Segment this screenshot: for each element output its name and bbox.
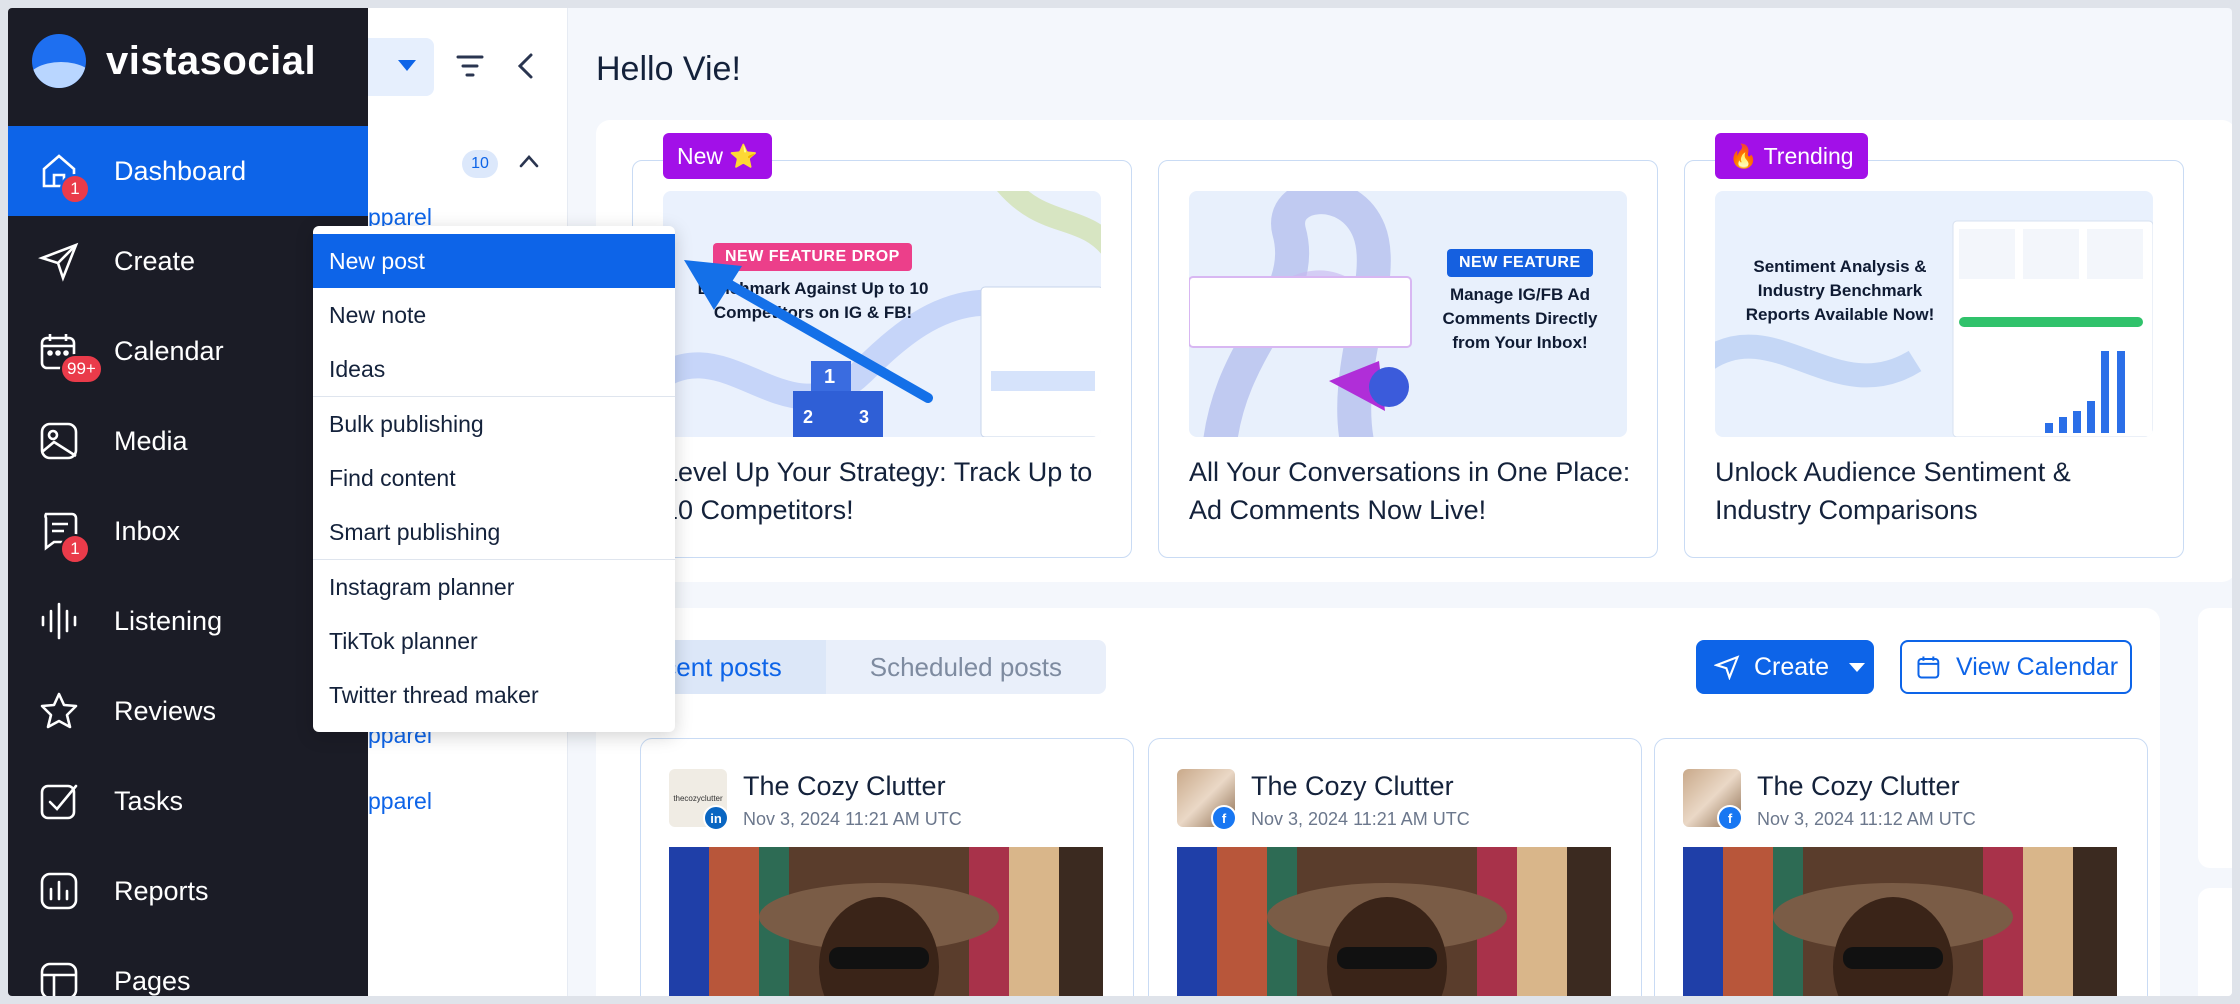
sidebar-item-label: Media: [114, 425, 188, 456]
image-badge: NEW FEATURE: [1447, 249, 1593, 277]
post-author: The Cozy Clutter: [1757, 771, 1960, 801]
sidebar-item-label: Create: [114, 245, 196, 276]
sidebar-item-label: Reviews: [114, 695, 217, 726]
profile-item[interactable]: pparel: [368, 788, 432, 815]
post-date: Nov 3, 2024 11:21 AM UTC: [743, 809, 962, 829]
promo-tag: 🔥 Trending: [1715, 133, 1868, 179]
view-calendar-label: View Calendar: [1956, 652, 2119, 681]
brand-name: vistasocial: [106, 38, 317, 83]
send-icon: [1714, 655, 1740, 680]
side-widget: [2198, 608, 2232, 868]
sidebar-item-tasks[interactable]: Tasks: [8, 756, 368, 846]
menu-item-tiktok-planner[interactable]: TikTok planner: [313, 614, 675, 668]
menu-item-bulk-publishing[interactable]: Bulk publishing: [313, 397, 675, 451]
menu-item-instagram-planner[interactable]: Instagram planner: [313, 560, 675, 614]
promo-card[interactable]: NEW FEATURE Manage IG/FB Ad Comments Dir…: [1158, 160, 1658, 558]
promo-tag: New ⭐: [663, 133, 773, 179]
promo-image: Sentiment Analysis & Industry Benchmark …: [1715, 191, 2153, 437]
sidebar-item-label: Inbox: [114, 515, 181, 546]
create-button[interactable]: Create: [1696, 640, 1874, 694]
sidebar-item-label: Calendar: [114, 335, 224, 366]
menu-item-new-note[interactable]: New note: [313, 288, 675, 342]
post-date: Nov 3, 2024 11:21 AM UTC: [1251, 809, 1470, 829]
sidebar-item-label: Pages: [114, 965, 191, 996]
inbox-badge: 1: [60, 534, 90, 564]
logo-mark: [32, 34, 86, 88]
sidebar-item-pages[interactable]: Pages: [8, 936, 368, 996]
sidebar-item-label: Reports: [114, 875, 209, 906]
filter-icon[interactable]: [456, 54, 484, 78]
post-author: The Cozy Clutter: [1251, 771, 1454, 801]
profile-count-badge: 10: [462, 150, 498, 178]
sidebar-item-dashboard[interactable]: 1 Dashboard: [8, 126, 368, 216]
chevron-left-icon[interactable]: [516, 52, 536, 80]
svg-text:3: 3: [859, 407, 869, 427]
promo-title: All Your Conversations in One Place: Ad …: [1189, 457, 1631, 525]
dashboard-badge: 1: [60, 174, 90, 204]
sidebar-item-reports[interactable]: Reports: [8, 846, 368, 936]
bar-chart-icon: [38, 870, 80, 912]
promo-title: Level Up Your Strategy: Track Up to 10 C…: [663, 457, 1093, 525]
layout-icon: [38, 960, 80, 996]
menu-item-smart-publishing[interactable]: Smart publishing: [313, 505, 675, 559]
posts-panel: Recent posts Scheduled posts Create View…: [596, 608, 2160, 996]
image-headline: Sentiment Analysis & Industry Benchmark …: [1745, 257, 1935, 324]
page-title: Hello Vie!: [596, 50, 741, 88]
waveform-icon: [38, 600, 80, 642]
post-image: [1683, 847, 2117, 996]
view-calendar-button[interactable]: View Calendar: [1900, 640, 2132, 694]
menu-item-twitter-thread-maker[interactable]: Twitter thread maker: [313, 668, 675, 722]
chevron-down-icon[interactable]: [398, 60, 416, 71]
post-image: [1177, 847, 1611, 996]
menu-item-find-content[interactable]: Find content: [313, 451, 675, 505]
sidebar-item-label: Listening: [114, 605, 223, 636]
post-image: [669, 847, 1103, 996]
create-menu: New post New note Ideas Bulk publishing …: [313, 226, 675, 732]
post-date: Nov 3, 2024 11:12 AM UTC: [1757, 809, 1976, 829]
chevron-up-icon[interactable]: [518, 154, 540, 168]
linkedin-icon: in: [703, 805, 729, 831]
post-author: The Cozy Clutter: [743, 771, 946, 801]
calendar-icon: [1917, 656, 1940, 679]
app-window: vistasocial 1 Dashboard Create 99+ Calen…: [8, 8, 2232, 996]
facebook-icon: f: [1211, 805, 1237, 831]
promo-image: NEW FEATURE Manage IG/FB Ad Comments Dir…: [1189, 191, 1627, 437]
svg-text:2: 2: [803, 407, 813, 427]
create-button-label: Create: [1754, 652, 1830, 681]
calendar-badge: 99+: [60, 354, 103, 384]
sidebar-item-label: Dashboard: [114, 155, 247, 186]
post-card[interactable]: thecozyclutter in The Cozy Clutter Nov 3…: [640, 738, 1134, 996]
annotation-arrow: [684, 260, 933, 403]
sidebar-item-label: Tasks: [114, 785, 184, 816]
home-icon: 1: [38, 150, 90, 204]
main-content: Hello Vie! New ⭐ 1 2 3 NEW FEATURE DROP …: [568, 8, 2232, 996]
chevron-down-icon: [1849, 662, 1866, 672]
inbox-icon: 1: [38, 510, 90, 564]
promo-title: Unlock Audience Sentiment & Industry Com…: [1715, 457, 2071, 525]
facebook-icon: f: [1717, 805, 1743, 831]
post-card[interactable]: f The Cozy Clutter Nov 3, 2024 11:21 AM …: [1148, 738, 1642, 996]
side-widget: [2198, 888, 2232, 996]
image-icon: [38, 420, 80, 462]
checkbox-icon: [38, 780, 80, 822]
image-headline: Manage IG/FB Ad Comments Directly from Y…: [1442, 285, 1598, 352]
menu-item-new-post[interactable]: New post: [313, 234, 675, 288]
tab-scheduled-posts[interactable]: Scheduled posts: [826, 640, 1106, 694]
star-icon: [38, 690, 80, 732]
send-icon: [38, 240, 80, 282]
menu-item-ideas[interactable]: Ideas: [313, 342, 675, 396]
post-card[interactable]: f The Cozy Clutter Nov 3, 2024 11:12 AM …: [1654, 738, 2148, 996]
calendar-icon: 99+: [38, 330, 103, 384]
promo-card[interactable]: 🔥 Trending Sentiment Analysis & Industry…: [1684, 133, 2184, 558]
logo[interactable]: vistasocial: [32, 34, 316, 88]
